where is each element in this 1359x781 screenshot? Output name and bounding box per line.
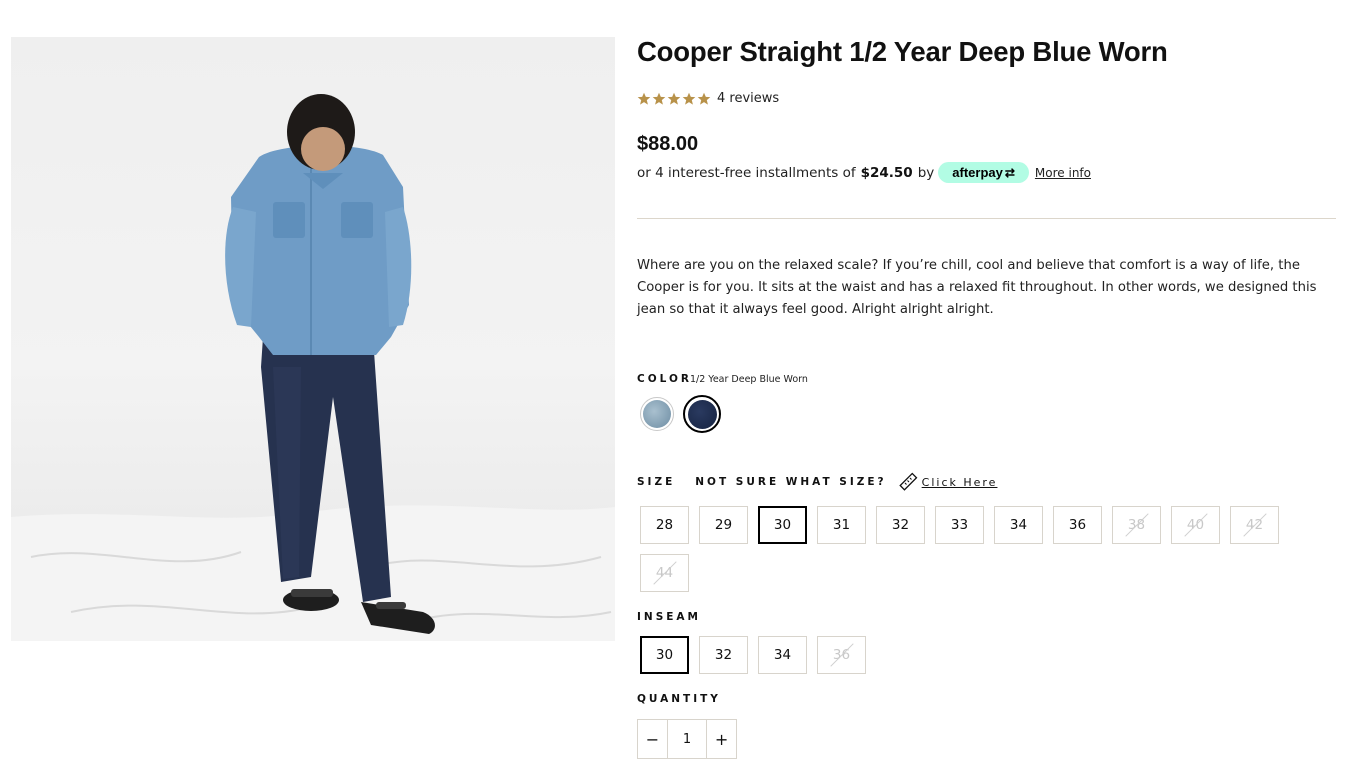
price: $88.00 xyxy=(637,133,699,155)
installments-text: or 4 interest-free installments of xyxy=(637,164,856,181)
inseam-option-32[interactable]: 32 xyxy=(699,636,748,674)
afterpay-loop-icon: ⇄ xyxy=(1004,165,1015,180)
inseam-option-34[interactable]: 34 xyxy=(758,636,807,674)
product-details: Cooper Straight 1/2 Year Deep Blue Worn … xyxy=(637,0,1337,781)
size-option-29[interactable]: 29 xyxy=(699,506,748,544)
size-option-42[interactable]: 42 xyxy=(1230,506,1279,544)
model-illustration xyxy=(11,94,615,641)
size-options: 28 29 30 31 32 33 34 36 38 40 42 44 xyxy=(640,506,1340,602)
quantity-stepper: − 1 + xyxy=(637,719,737,759)
inseam-label: INSEAM xyxy=(637,611,702,623)
swatch-fill xyxy=(687,399,717,429)
product-title: Cooper Straight 1/2 Year Deep Blue Worn xyxy=(637,36,1168,67)
selected-color-name: 1/2 Year Deep Blue Worn xyxy=(689,374,808,385)
size-help-label: NOT SURE WHAT SIZE? xyxy=(695,476,887,488)
quantity-input[interactable]: 1 xyxy=(666,720,708,758)
size-heading: SIZE NOT SURE WHAT SIZE? Click Here xyxy=(637,471,997,493)
size-option-31[interactable]: 31 xyxy=(817,506,866,544)
star-icon xyxy=(652,92,666,105)
reviews-link[interactable]: 4 reviews xyxy=(717,91,779,106)
size-option-28[interactable]: 28 xyxy=(640,506,689,544)
size-option-38[interactable]: 38 xyxy=(1112,506,1161,544)
color-swatch-light-wash[interactable] xyxy=(640,397,674,431)
star-rating xyxy=(637,92,711,106)
product-description: Where are you on the relaxed scale? If y… xyxy=(637,258,1317,317)
inseam-options: 30 32 34 36 xyxy=(640,636,876,684)
size-option-32[interactable]: 32 xyxy=(876,506,925,544)
afterpay-logo: afterpay ⇄ xyxy=(938,162,1029,183)
ruler-icon xyxy=(898,472,918,491)
size-option-44[interactable]: 44 xyxy=(640,554,689,592)
afterpay-wordmark: afterpay xyxy=(952,165,1003,180)
size-option-36[interactable]: 36 xyxy=(1053,506,1102,544)
rating[interactable]: 4 reviews xyxy=(637,91,779,106)
size-guide-link[interactable]: Click Here xyxy=(922,476,998,489)
star-icon xyxy=(637,92,651,105)
inseam-option-30[interactable]: 30 xyxy=(640,636,689,674)
more-info-link[interactable]: More info xyxy=(1035,166,1091,180)
star-icon xyxy=(697,92,711,105)
color-label: COLOR xyxy=(637,373,692,385)
size-option-40[interactable]: 40 xyxy=(1171,506,1220,544)
size-option-30[interactable]: 30 xyxy=(758,506,807,544)
color-heading: COLOR 1/2 Year Deep Blue Worn xyxy=(637,373,808,385)
installments-info: or 4 interest-free installments of $24.5… xyxy=(637,162,1091,183)
size-option-34[interactable]: 34 xyxy=(994,506,1043,544)
quantity-increase-button[interactable]: + xyxy=(707,720,736,758)
star-icon xyxy=(667,92,681,105)
inseam-option-36[interactable]: 36 xyxy=(817,636,866,674)
quantity-decrease-button[interactable]: − xyxy=(638,720,667,758)
divider xyxy=(637,218,1336,219)
swatch-fill xyxy=(643,400,671,428)
quantity-label: QUANTITY xyxy=(637,693,721,705)
color-swatch-deep-blue-worn[interactable] xyxy=(683,395,721,433)
color-swatches xyxy=(640,395,721,433)
installment-amount: $24.50 xyxy=(860,164,913,181)
product-image[interactable] xyxy=(11,37,615,641)
star-icon xyxy=(682,92,696,105)
size-option-33[interactable]: 33 xyxy=(935,506,984,544)
installments-by: by xyxy=(917,164,935,181)
size-label: SIZE xyxy=(637,476,676,488)
